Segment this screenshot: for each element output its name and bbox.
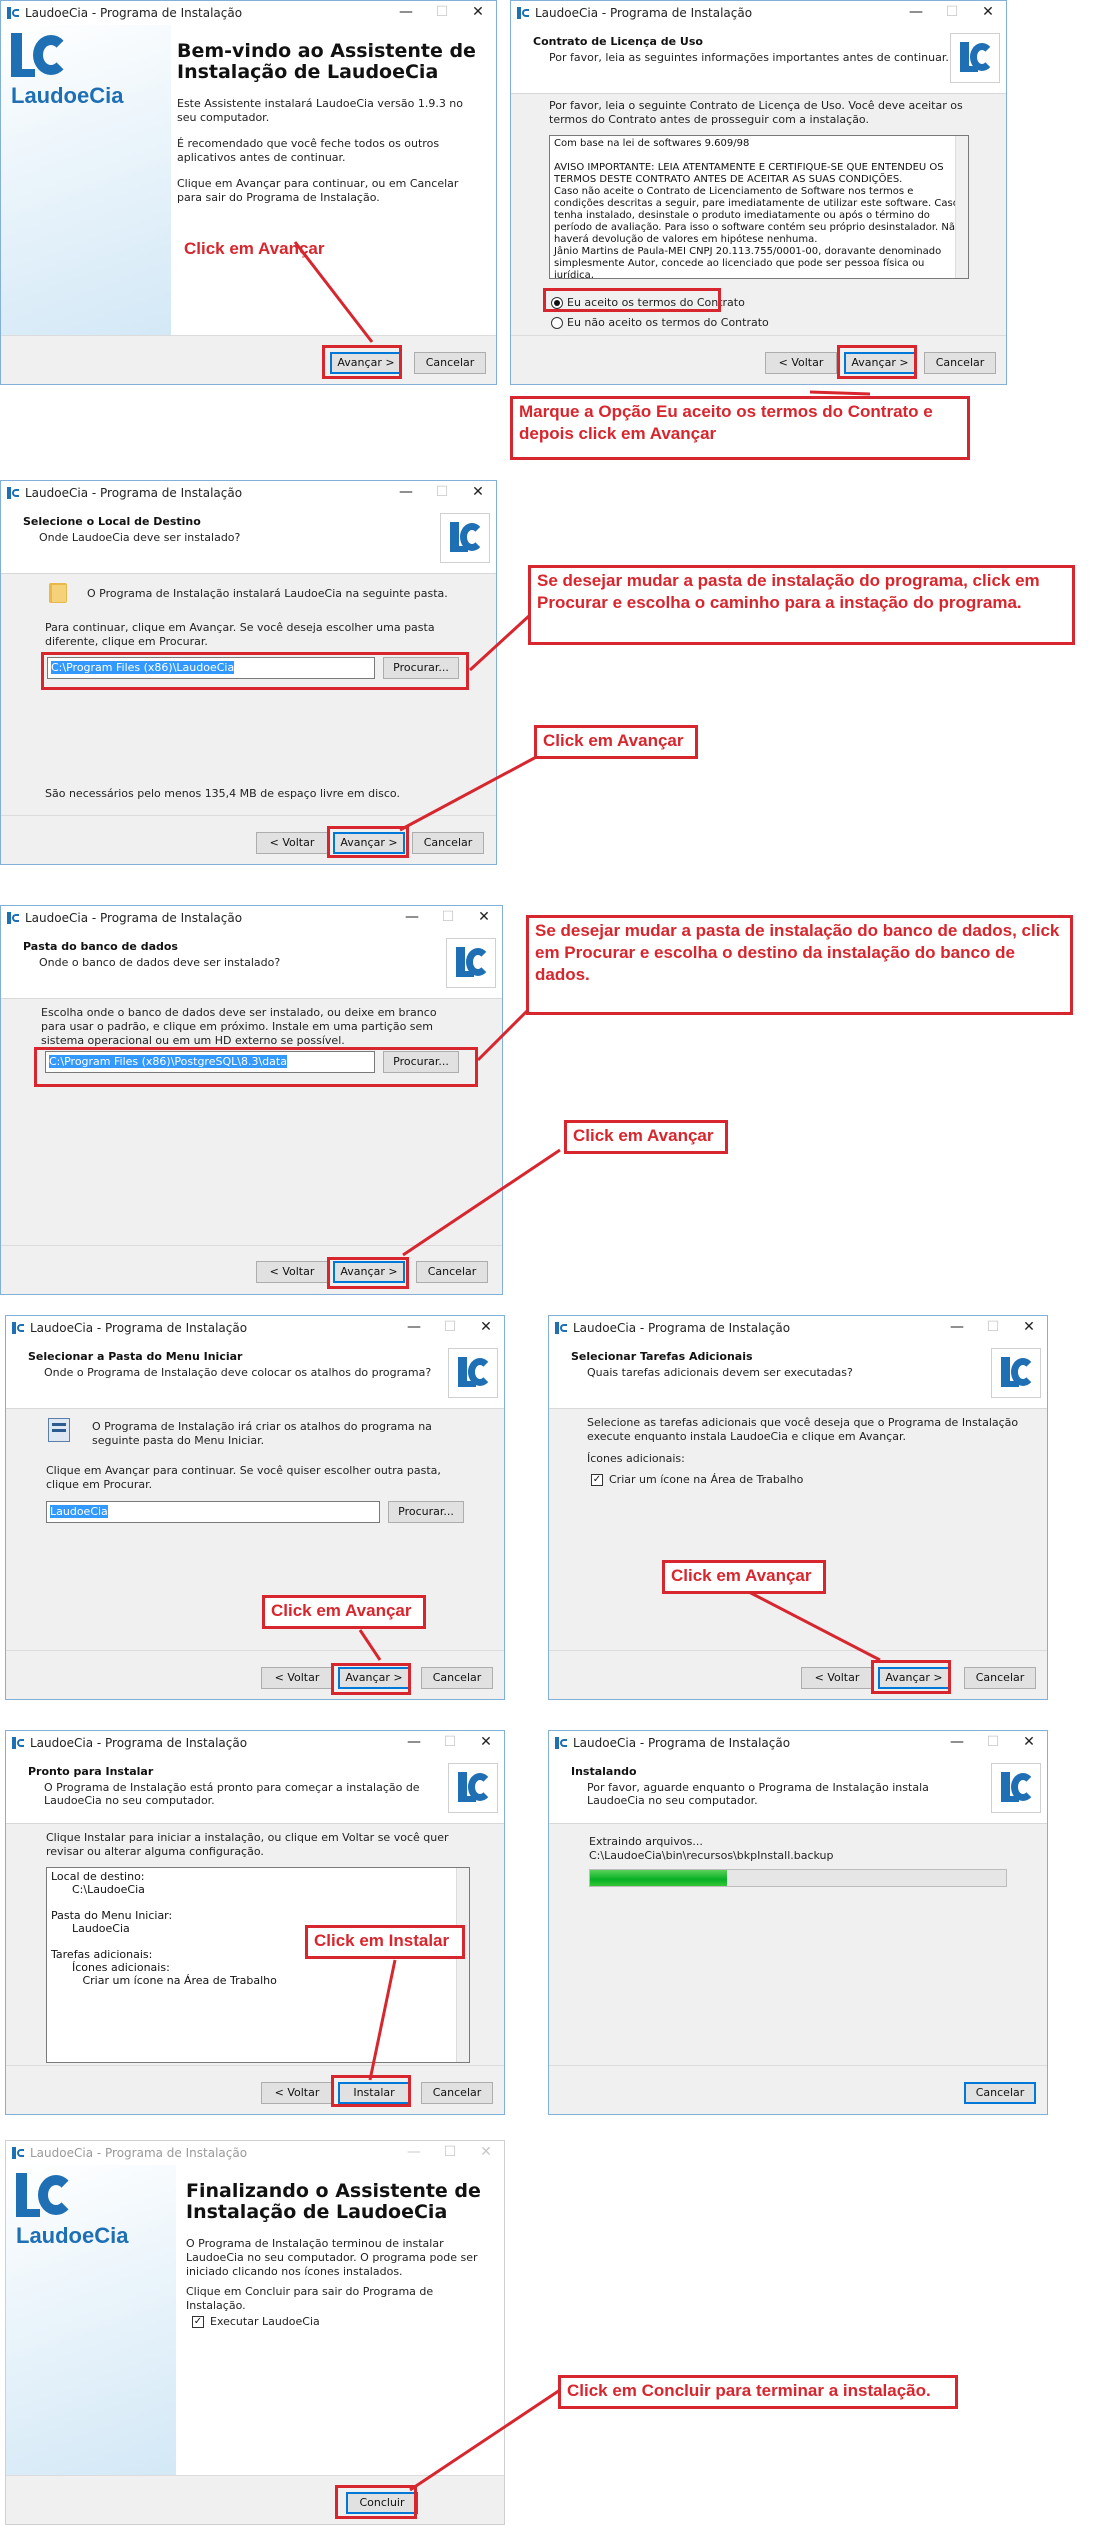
highlight-box [331,2075,411,2107]
highlight-box [837,345,917,379]
highlight-box [322,345,402,379]
annotation-connectors [293,241,881,2492]
highlight-box [335,2485,417,2519]
highlight-box [331,1663,411,1695]
highlight-box [34,1047,478,1087]
callout-label: Click em Avançar [534,725,698,759]
callout-label: Click em Avançar [662,1560,826,1594]
highlight-box [41,652,469,690]
highlight-box [871,1660,951,1694]
callout-label: Click em Avançar [262,1595,426,1629]
highlight-box [543,288,721,312]
callout-label: Se desejar mudar a pasta de instalação d… [528,565,1075,645]
callout-label: Click em Avançar [564,1120,728,1154]
callout-label: Se desejar mudar a pasta de instalação d… [526,915,1073,1015]
callout-label: Marque a Opção Eu aceito os termos do Co… [510,396,970,460]
callout-label: Click em Concluir para terminar a instal… [558,2375,958,2409]
highlight-box [327,1257,409,1289]
callout-label: Click em Instalar [305,1925,465,1959]
callout-label: Click em Avançar [184,239,325,258]
highlight-box [327,826,409,858]
